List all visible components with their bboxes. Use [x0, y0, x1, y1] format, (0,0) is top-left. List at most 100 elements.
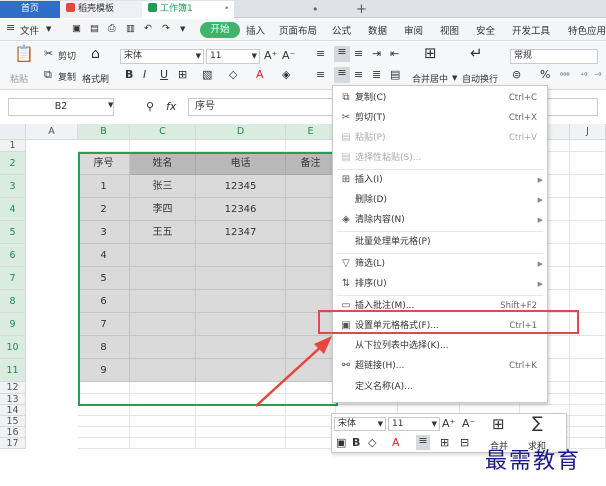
cell[interactable] — [570, 267, 606, 290]
border-icon[interactable]: ⊞ — [178, 69, 187, 81]
italic-button[interactable]: I — [143, 69, 146, 81]
name-box[interactable]: B2 — [8, 98, 114, 116]
column-header[interactable]: J — [570, 124, 606, 140]
mini-border-icon[interactable]: ⊞ — [440, 437, 449, 449]
save-icon[interactable]: ▣ — [72, 23, 81, 34]
fill-pattern-icon[interactable]: ▧ — [202, 69, 212, 81]
row-header[interactable]: 4 — [0, 198, 26, 221]
new-tab-button[interactable]: + — [350, 1, 373, 18]
row-header[interactable]: 15 — [0, 416, 26, 427]
menu-item-delete[interactable]: 删除(D) ▶ — [333, 190, 547, 210]
row-header[interactable]: 6 — [0, 244, 26, 267]
copy-button[interactable]: 复制 — [58, 70, 76, 83]
cell[interactable] — [570, 221, 606, 244]
menu-item-clear[interactable]: ◈ 清除内容(N) ▶ — [333, 210, 547, 230]
tab-workbook[interactable]: 工作簿1 • — [142, 1, 234, 18]
cell[interactable] — [286, 416, 336, 427]
cell[interactable] — [570, 152, 606, 175]
column-header[interactable]: A — [26, 124, 78, 140]
cell[interactable] — [196, 427, 286, 438]
align-right-icon[interactable]: ≡ — [354, 69, 363, 81]
font-color-icon[interactable]: A — [256, 69, 264, 81]
cell[interactable] — [78, 416, 130, 427]
mini-font-size-select[interactable]: 11 ▼ — [388, 417, 440, 431]
cell[interactable] — [130, 405, 196, 416]
merge-center-icon[interactable]: ⊞ — [424, 46, 437, 61]
mini-font-color-icon[interactable]: A — [392, 437, 400, 449]
cell[interactable] — [286, 427, 336, 438]
row-header[interactable]: 3 — [0, 175, 26, 198]
menu-data[interactable]: 数据 — [368, 23, 387, 37]
name-box-chevron-icon[interactable]: ▼ — [108, 101, 113, 109]
fill-color-icon[interactable]: ◇ — [229, 69, 237, 81]
outdent-icon[interactable]: ⇤ — [390, 48, 399, 60]
cell[interactable] — [570, 405, 606, 416]
mini-shrink-font-icon[interactable]: A⁻ — [462, 418, 475, 430]
row-header[interactable]: 17 — [0, 438, 26, 449]
cell[interactable] — [570, 359, 606, 382]
cell[interactable] — [570, 416, 606, 427]
increase-decimal-icon[interactable]: ⁺⁰ — [580, 70, 587, 82]
quick-access-chevron-icon[interactable]: ▼ — [180, 25, 185, 33]
menu-file[interactable]: 文件 — [20, 23, 39, 37]
tab-template[interactable]: 稻壳模板 — [60, 1, 142, 18]
cell[interactable] — [570, 394, 606, 405]
merge-center-button[interactable]: 合并居中 — [412, 72, 448, 85]
cell[interactable] — [286, 438, 336, 449]
menu-formulas[interactable]: 公式 — [332, 23, 351, 37]
print-icon[interactable]: ⎙ — [108, 23, 116, 34]
clear-format-icon[interactable]: ◈ — [282, 69, 290, 81]
row-header[interactable]: 16 — [0, 427, 26, 438]
cell[interactable] — [570, 140, 606, 152]
cell[interactable] — [130, 416, 196, 427]
bold-button[interactable]: B — [125, 69, 133, 81]
select-all-corner[interactable] — [0, 124, 26, 140]
column-header[interactable]: B — [78, 124, 130, 140]
cell[interactable] — [78, 140, 130, 152]
cell[interactable] — [78, 427, 130, 438]
wrap-text-icon[interactable]: ↵ — [470, 46, 483, 61]
cell[interactable] — [570, 244, 606, 267]
fx-icon[interactable]: fx — [166, 100, 176, 113]
paste-label[interactable]: 粘贴 — [10, 72, 28, 85]
column-header[interactable]: C — [130, 124, 196, 140]
format-painter-button[interactable]: 格式刷 — [82, 72, 109, 85]
column-header[interactable]: E — [286, 124, 336, 140]
cell[interactable] — [570, 382, 606, 394]
mini-more-icon[interactable]: ⊟ — [460, 437, 469, 449]
row-header[interactable]: 14 — [0, 405, 26, 416]
menu-item-define-name[interactable]: 定义名称(A)... — [333, 377, 547, 397]
menu-item-paste[interactable]: ▤ 粘贴(P) Ctrl+V — [333, 128, 547, 148]
number-format-select[interactable]: 常规 — [510, 49, 598, 64]
mini-format-icon[interactable]: ▣ — [336, 437, 346, 449]
menu-item-hyperlink[interactable]: ⚯ 超链接(H)... Ctrl+K — [333, 356, 547, 376]
align-left-icon[interactable]: ≡ — [316, 69, 325, 81]
print-preview-icon[interactable]: ▤ — [90, 23, 99, 34]
menu-item-copy[interactable]: ⧉ 复制(C) Ctrl+C — [333, 88, 547, 108]
mini-align-center-icon[interactable]: ≡ — [416, 435, 430, 450]
currency-icon[interactable]: ⊜ — [512, 69, 521, 81]
row-header[interactable]: 1 — [0, 140, 26, 152]
row-header[interactable]: 12 — [0, 382, 26, 394]
row-header[interactable]: 10 — [0, 336, 26, 359]
cut-button[interactable]: 剪切 — [58, 49, 76, 62]
mini-grow-font-icon[interactable]: A⁺ — [442, 418, 455, 430]
percent-button[interactable]: % — [540, 69, 550, 81]
cell[interactable] — [78, 438, 130, 449]
comma-style-icon[interactable]: ⁰⁰⁰ — [560, 70, 570, 82]
underline-button[interactable]: U — [160, 69, 168, 81]
menu-page-layout[interactable]: 页面布局 — [279, 23, 317, 37]
cell[interactable] — [196, 438, 286, 449]
cut-icon[interactable]: ✂ — [44, 48, 53, 60]
row-header[interactable]: 2 — [0, 152, 26, 175]
menu-item-filter[interactable]: ▽ 筛选(L) ▶ — [333, 254, 547, 274]
row-header[interactable]: 13 — [0, 394, 26, 405]
justify-icon[interactable]: ≣ — [372, 69, 381, 81]
align-bottom-icon[interactable]: ≡ — [354, 48, 363, 60]
paste-icon[interactable]: 📋 — [14, 46, 34, 62]
row-header[interactable]: 5 — [0, 221, 26, 244]
mini-sum-icon[interactable]: ∑ — [532, 415, 543, 431]
zoom-search-icon[interactable]: ⚲ — [146, 100, 154, 113]
menu-item-paste-special[interactable]: ▤ 选择性粘贴(S)... — [333, 148, 547, 168]
tab-home[interactable]: 首页 — [0, 1, 60, 18]
